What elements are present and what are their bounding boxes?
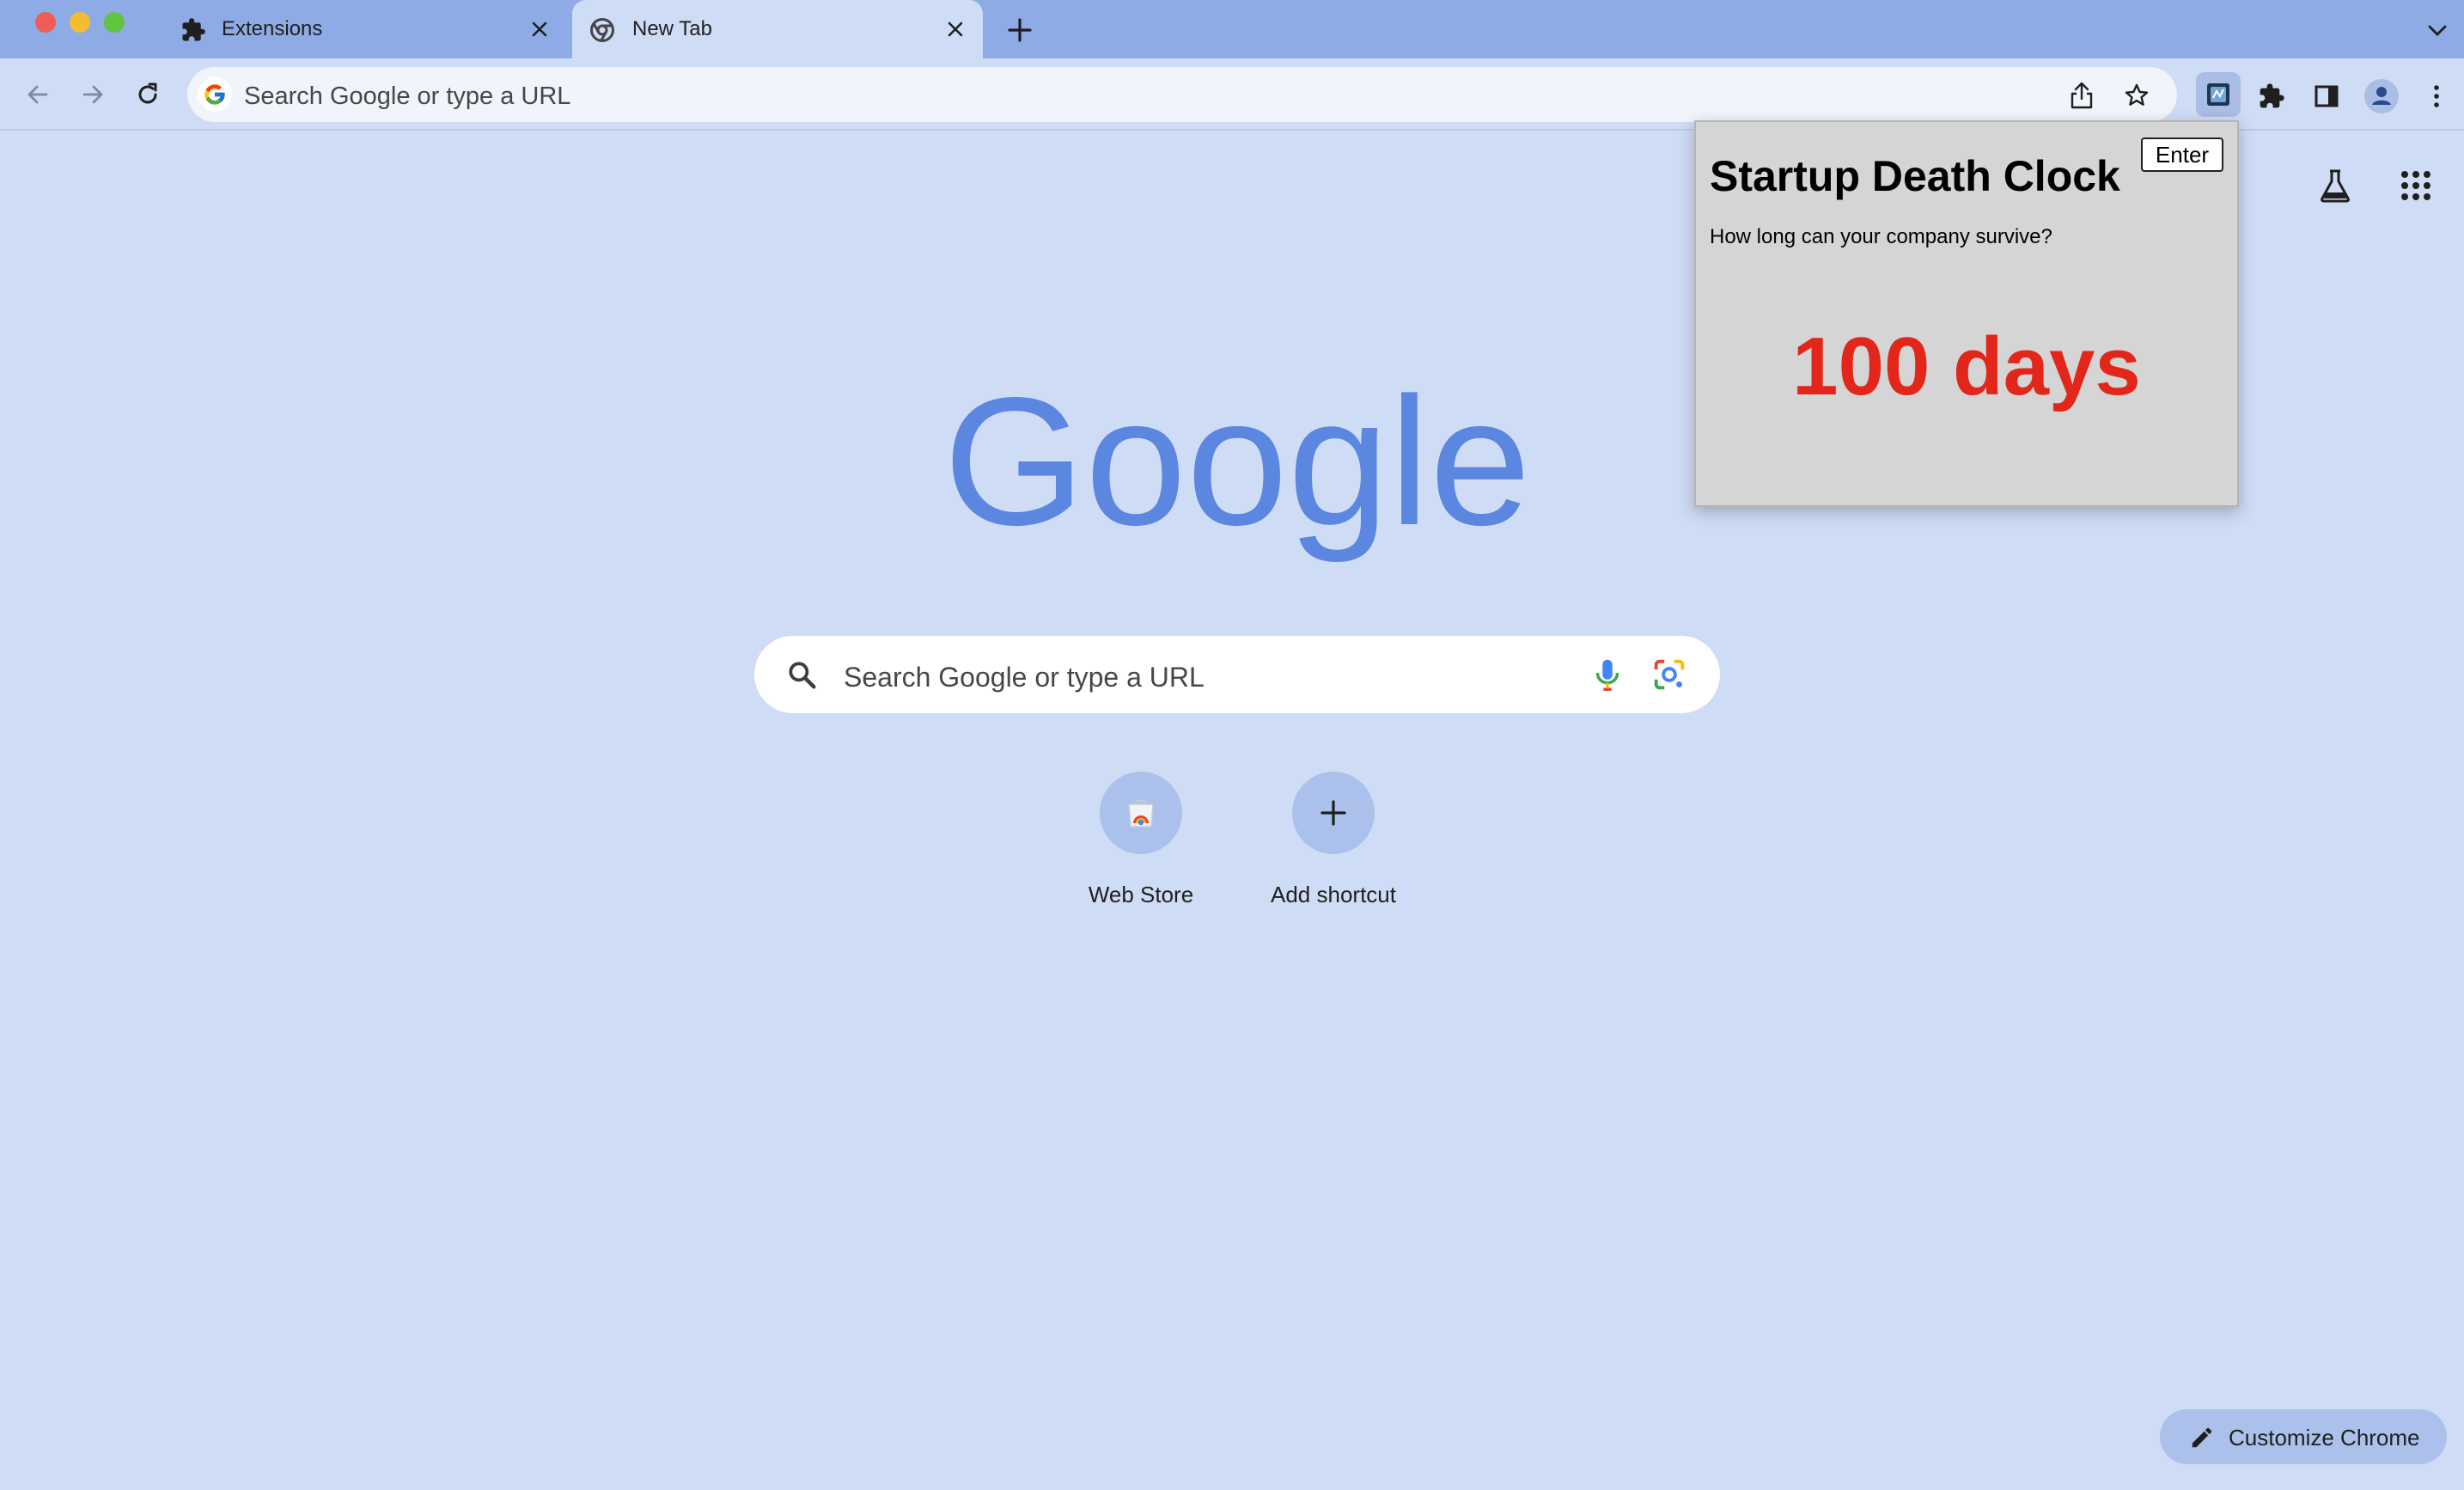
- tab-search-button[interactable]: [2423, 15, 2452, 45]
- chrome-icon: [590, 18, 614, 42]
- tab-title: Extensions: [222, 17, 323, 40]
- google-g-icon: [198, 77, 232, 112]
- bookmark-button[interactable]: [2120, 79, 2153, 112]
- extension-icon: [2207, 83, 2229, 106]
- death-clock-extension-button[interactable]: [2196, 72, 2241, 117]
- window-close-button[interactable]: [35, 12, 56, 33]
- puzzle-icon: [182, 18, 205, 41]
- tab-extensions[interactable]: Extensions: [163, 0, 567, 58]
- shortcut-tile[interactable]: [1292, 772, 1375, 854]
- avatar-icon: [2364, 79, 2399, 113]
- plus-icon: [1320, 800, 1346, 826]
- profile-button[interactable]: [2361, 76, 2402, 117]
- tab-strip: Extensions New Tab: [0, 0, 2464, 58]
- close-tab-button[interactable]: [943, 17, 967, 41]
- star-icon: [2125, 83, 2149, 106]
- plus-icon: [1008, 18, 1032, 42]
- shortcut-tile[interactable]: [1100, 772, 1182, 854]
- shortcut-web-store[interactable]: Web Store: [1046, 770, 1235, 916]
- share-icon: [2071, 82, 2093, 109]
- google-apps-button[interactable]: [2394, 163, 2438, 208]
- puzzle-icon: [2260, 83, 2284, 108]
- close-tab-button[interactable]: [528, 17, 552, 41]
- google-lens-icon[interactable]: [1650, 655, 1689, 694]
- reload-icon: [138, 82, 157, 104]
- new-tab-button[interactable]: [1003, 14, 1036, 46]
- customize-chrome-label: Customize Chrome: [2229, 1425, 2420, 1450]
- popup-question: How long can your company survive?: [1710, 225, 2052, 248]
- tab-title: New Tab: [632, 17, 712, 40]
- window-minimize-button[interactable]: [70, 12, 90, 33]
- shortcut-label: Web Store: [1088, 882, 1194, 907]
- web-store-icon: [1128, 799, 1154, 827]
- arrow-left-icon: [27, 85, 48, 104]
- window-zoom-button[interactable]: [104, 12, 125, 33]
- pencil-icon: [2192, 1427, 2212, 1448]
- apps-grid-icon: [2401, 171, 2430, 200]
- chevron-down-icon: [2428, 25, 2447, 36]
- arrow-right-icon: [82, 85, 103, 104]
- popup-title: Startup Death Clock: [1710, 152, 2120, 200]
- countdown-value: 100 days: [1792, 321, 2141, 412]
- google-logo-text: Google: [945, 378, 1529, 563]
- enter-button[interactable]: Enter: [2141, 137, 2223, 172]
- tab-new-tab[interactable]: New Tab: [572, 0, 983, 58]
- search-placeholder: Search Google or type a URL: [844, 662, 1205, 693]
- close-icon: [532, 21, 547, 37]
- google-logo: Google: [945, 378, 1529, 563]
- reload-button[interactable]: [129, 76, 167, 113]
- back-button[interactable]: [19, 76, 57, 113]
- customize-chrome-button[interactable]: Customize Chrome: [2160, 1409, 2447, 1464]
- shortcut-add[interactable]: Add shortcut: [1239, 770, 1428, 916]
- microphone-icon[interactable]: [1588, 655, 1627, 694]
- ntp-search-box[interactable]: Search Google or type a URL: [754, 636, 1720, 713]
- close-icon: [948, 21, 963, 37]
- side-panel-button[interactable]: [2306, 76, 2347, 117]
- menu-button[interactable]: [2416, 76, 2457, 117]
- extension-popup: Startup Death Clock Enter How long can y…: [1694, 120, 2239, 507]
- more-vert-icon: [2434, 85, 2439, 107]
- search-icon: [789, 662, 816, 689]
- forward-button[interactable]: [74, 76, 112, 113]
- labs-button[interactable]: [2313, 163, 2357, 208]
- flask-icon: [2321, 169, 2350, 203]
- shortcut-label: Add shortcut: [1271, 882, 1396, 907]
- extensions-button[interactable]: [2251, 76, 2292, 117]
- omnibox[interactable]: Search Google or type a URL: [187, 67, 2177, 122]
- side-panel-icon: [2315, 85, 2339, 107]
- share-button[interactable]: [2065, 79, 2098, 112]
- omnibox-placeholder: Search Google or type a URL: [244, 82, 571, 110]
